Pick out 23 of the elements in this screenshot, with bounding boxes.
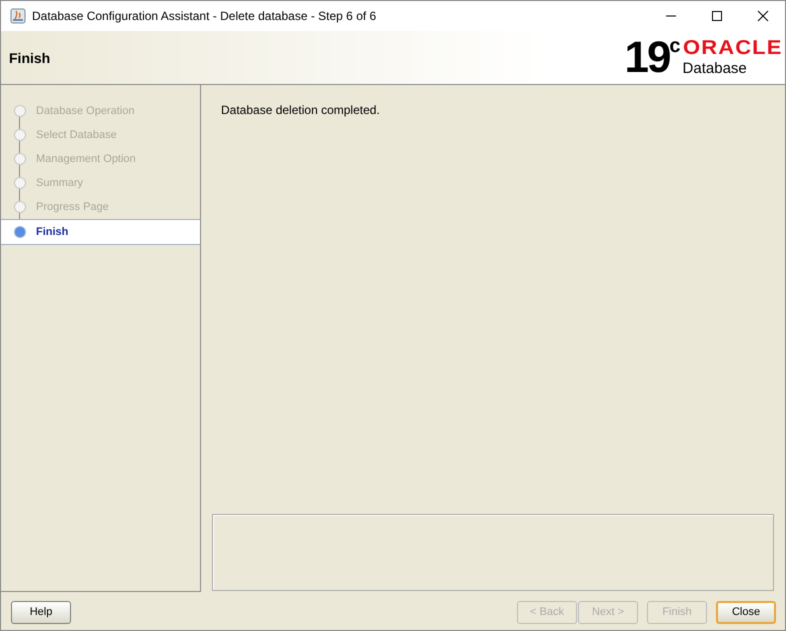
status-message: Database deletion completed. [220,103,381,117]
product-label: Database [682,60,748,77]
step-label[interactable]: Database Operation [36,105,134,117]
page-title: Finish [9,50,50,66]
step-label[interactable]: Summary [36,177,84,189]
step-label[interactable]: Select Database [36,129,117,141]
step-label[interactable]: Progress Page [36,201,109,213]
step-label[interactable]: Finish [36,226,68,238]
window-title: Database Configuration Assistant - Delete database - Step 6 of 6 [32,9,376,23]
step-dot-icon [14,105,26,117]
wizard-button[interactable]: Close [716,600,776,624]
step-dot-icon [14,201,26,213]
maximize-icon[interactable] [711,10,723,22]
brand-logo: ORACLE [682,38,782,58]
step-dot-icon [14,177,26,189]
step-dot-icon [14,226,26,238]
step-dot-icon [14,129,26,141]
close-icon[interactable] [757,10,769,22]
version-label: 19$^{c}$ [624,36,679,80]
step-label[interactable]: Management Option [36,153,136,165]
step-dot-icon [14,153,26,165]
help-button[interactable]: Help [11,600,71,624]
app-icon [10,8,26,24]
